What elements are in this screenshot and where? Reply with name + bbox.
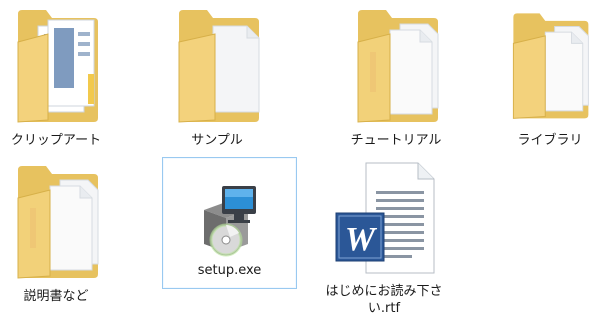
item-label: チュートリアル — [350, 133, 442, 148]
installer-icon — [204, 186, 256, 257]
file-item-setup-exe[interactable]: setup.exe — [162, 157, 297, 289]
word-document-icon: W — [335, 162, 435, 274]
item-label: setup.exe — [197, 263, 262, 278]
folder-item-clipart[interactable]: クリップアート — [4, 2, 108, 152]
folder-icon — [17, 166, 99, 279]
file-item-readme-rtf[interactable]: W はじめにお読み下さい.rtf — [322, 157, 446, 331]
folder-item-manuals[interactable]: 説明書など — [4, 158, 108, 308]
item-label: 説明書など — [23, 289, 89, 304]
folder-item-sample[interactable]: サンプル — [165, 2, 269, 152]
svg-text:W: W — [345, 221, 378, 258]
file-view: クリップアート サンプル チュートリアル ライブラリ 説明書など setup.e… — [0, 0, 600, 331]
folder-item-library[interactable]: ライブラリ — [500, 2, 600, 152]
folder-icon — [512, 13, 589, 119]
folder-item-tutorial[interactable]: チュートリアル — [336, 2, 456, 152]
folder-icon — [357, 10, 439, 123]
item-label: サンプル — [191, 133, 243, 148]
item-label: クリップアート — [10, 133, 102, 148]
item-label: ライブラリ — [517, 133, 583, 148]
folder-icon — [178, 10, 260, 123]
folder-icon — [17, 10, 98, 123]
item-label: はじめにお読み下さい.rtf — [325, 284, 443, 316]
